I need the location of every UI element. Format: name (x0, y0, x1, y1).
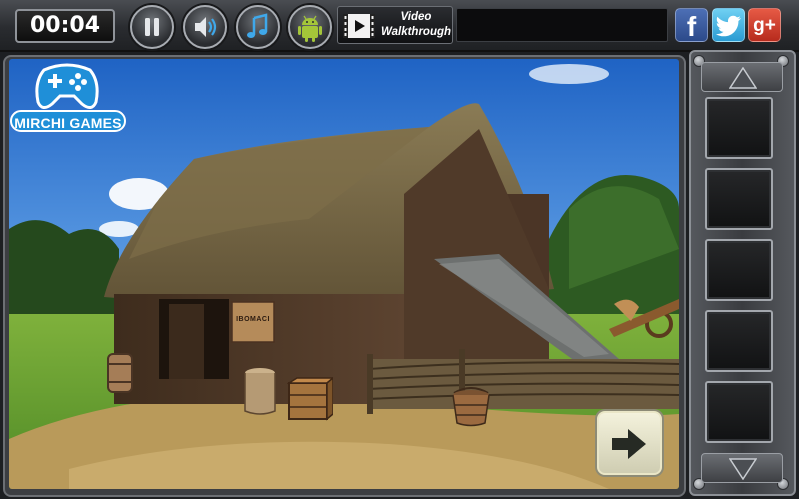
inventory-scroll-up-button[interactable] (701, 62, 783, 92)
music-button[interactable] (236, 5, 280, 49)
inventory-slot-3[interactable] (705, 239, 773, 301)
inventory-slot-2[interactable] (705, 168, 773, 230)
wooden-crate[interactable] (287, 377, 333, 421)
barn-sign[interactable]: IBOMACI (233, 316, 273, 323)
google-plus-button[interactable]: g+ (748, 8, 781, 42)
barrel-left[interactable] (106, 352, 134, 394)
android-icon (298, 15, 322, 42)
arrow-right-icon (612, 429, 646, 459)
inventory-scroll-down-button[interactable] (701, 453, 783, 483)
inventory-slot-5[interactable] (705, 381, 773, 443)
inventory-slot-4[interactable] (705, 310, 773, 372)
arrow-down-icon (729, 458, 757, 480)
speaker-icon (195, 17, 217, 37)
film-play-icon (343, 14, 375, 38)
facebook-button[interactable]: f (675, 8, 708, 42)
next-scene-button[interactable] (597, 411, 662, 475)
walkthrough-line-1: Video (400, 11, 432, 23)
video-walkthrough-button[interactable]: Video Walkthrough (337, 6, 453, 44)
walkthrough-line-2: Walkthrough (380, 26, 452, 38)
mirchi-games-logo[interactable]: MIRCHI GAMES (10, 62, 126, 132)
walkthrough-label: Video Walkthrough (380, 10, 452, 40)
arrow-up-icon (729, 67, 757, 89)
twitter-button[interactable] (712, 8, 745, 42)
wooden-bucket[interactable] (450, 387, 492, 427)
sound-button[interactable] (183, 5, 227, 49)
pause-icon (145, 18, 159, 36)
twitter-bird-icon (715, 15, 741, 37)
music-note-icon (247, 13, 268, 38)
logo-brand-text: MIRCHI GAMES (10, 110, 126, 132)
tree-stump[interactable] (243, 367, 277, 417)
timer-display: 00:04 (15, 9, 115, 43)
top-toolbar: 00:04 Video Walkthrough f g+ (0, 0, 799, 52)
pause-button[interactable] (130, 5, 174, 49)
inventory-slot-1[interactable] (705, 97, 773, 159)
message-panel (456, 8, 668, 42)
android-button[interactable] (288, 5, 332, 49)
gamepad-icon (35, 63, 99, 109)
